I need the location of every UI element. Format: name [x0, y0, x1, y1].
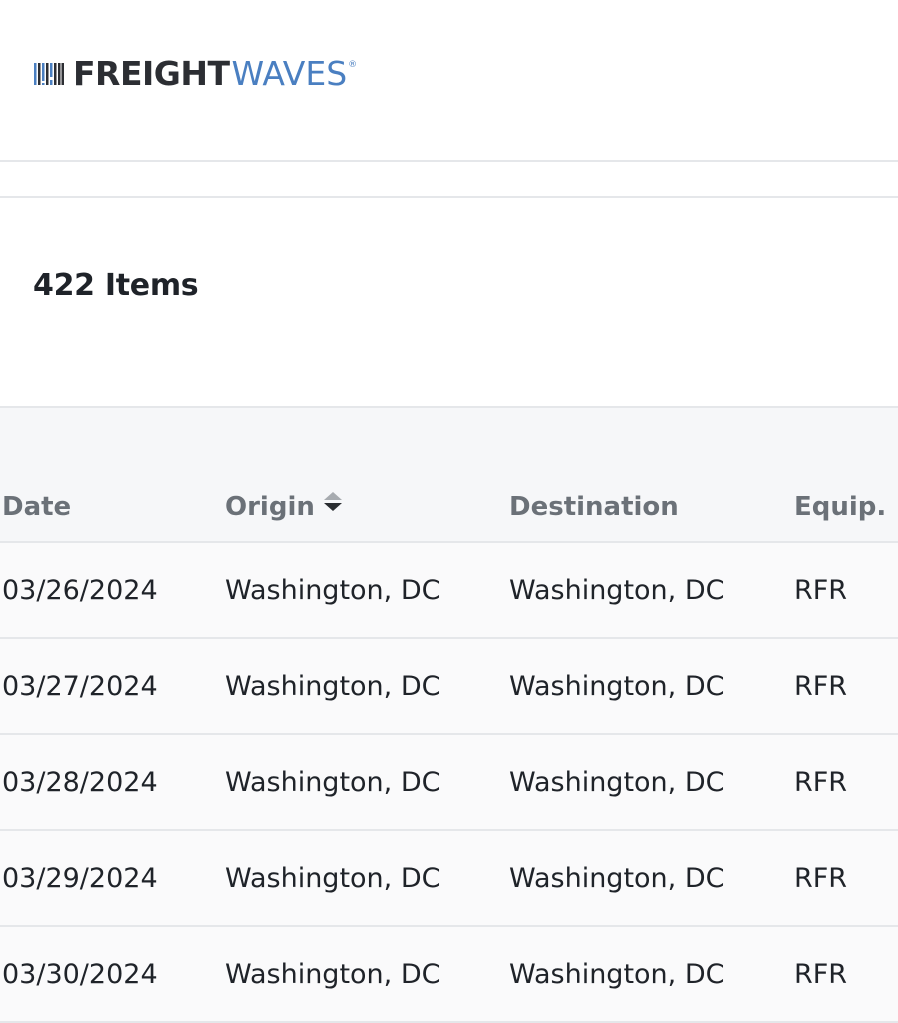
sort-icon[interactable]	[323, 490, 343, 521]
logo-text-waves: WAVES	[231, 54, 348, 93]
cell-destination: Washington, DC	[509, 575, 725, 606]
cell-origin: Washington, DC	[225, 863, 441, 894]
cell-equipment: RFR	[794, 767, 848, 798]
column-header-date[interactable]: Date	[2, 492, 71, 522]
table-row[interactable]: 03/26/2024 Washington, DC Washington, DC…	[0, 543, 898, 639]
table-row[interactable]: 03/30/2024 Washington, DC Washington, DC…	[0, 927, 898, 1023]
cell-date: 03/28/2024	[2, 767, 158, 798]
column-header-origin-label: Origin	[225, 492, 315, 522]
logo-text-freight: FREIGHT	[73, 54, 230, 93]
table-row[interactable]: 03/28/2024 Washington, DC Washington, DC…	[0, 735, 898, 831]
column-header-destination[interactable]: Destination	[509, 492, 679, 522]
cell-date: 03/30/2024	[2, 959, 158, 990]
cell-equipment: RFR	[794, 959, 848, 990]
cell-destination: Washington, DC	[509, 959, 725, 990]
table-row[interactable]: 03/29/2024 Washington, DC Washington, DC…	[0, 831, 898, 927]
cell-equipment: RFR	[794, 575, 848, 606]
header-divider-strip	[0, 162, 898, 198]
table-header: Date Origin Destination Equip.	[0, 408, 898, 543]
registered-mark: ®	[348, 60, 358, 70]
logo-mark-icon	[34, 61, 64, 87]
cell-equipment: RFR	[794, 671, 848, 702]
freightwaves-logo[interactable]: FREIGHT WAVES ®	[34, 54, 358, 93]
cell-origin: Washington, DC	[225, 575, 441, 606]
cell-destination: Washington, DC	[509, 671, 725, 702]
table-row[interactable]: 03/27/2024 Washington, DC Washington, DC…	[0, 639, 898, 735]
cell-date: 03/29/2024	[2, 863, 158, 894]
loads-table: Date Origin Destination Equip. 03/26/202…	[0, 406, 898, 1023]
cell-date: 03/26/2024	[2, 575, 158, 606]
column-header-equipment[interactable]: Equip.	[794, 492, 886, 522]
site-header: FREIGHT WAVES ®	[0, 0, 898, 162]
cell-equipment: RFR	[794, 863, 848, 894]
results-count: 422 Items	[33, 268, 199, 303]
cell-destination: Washington, DC	[509, 767, 725, 798]
cell-origin: Washington, DC	[225, 767, 441, 798]
cell-origin: Washington, DC	[225, 959, 441, 990]
cell-date: 03/27/2024	[2, 671, 158, 702]
cell-origin: Washington, DC	[225, 671, 441, 702]
column-header-origin[interactable]: Origin	[225, 492, 343, 523]
cell-destination: Washington, DC	[509, 863, 725, 894]
